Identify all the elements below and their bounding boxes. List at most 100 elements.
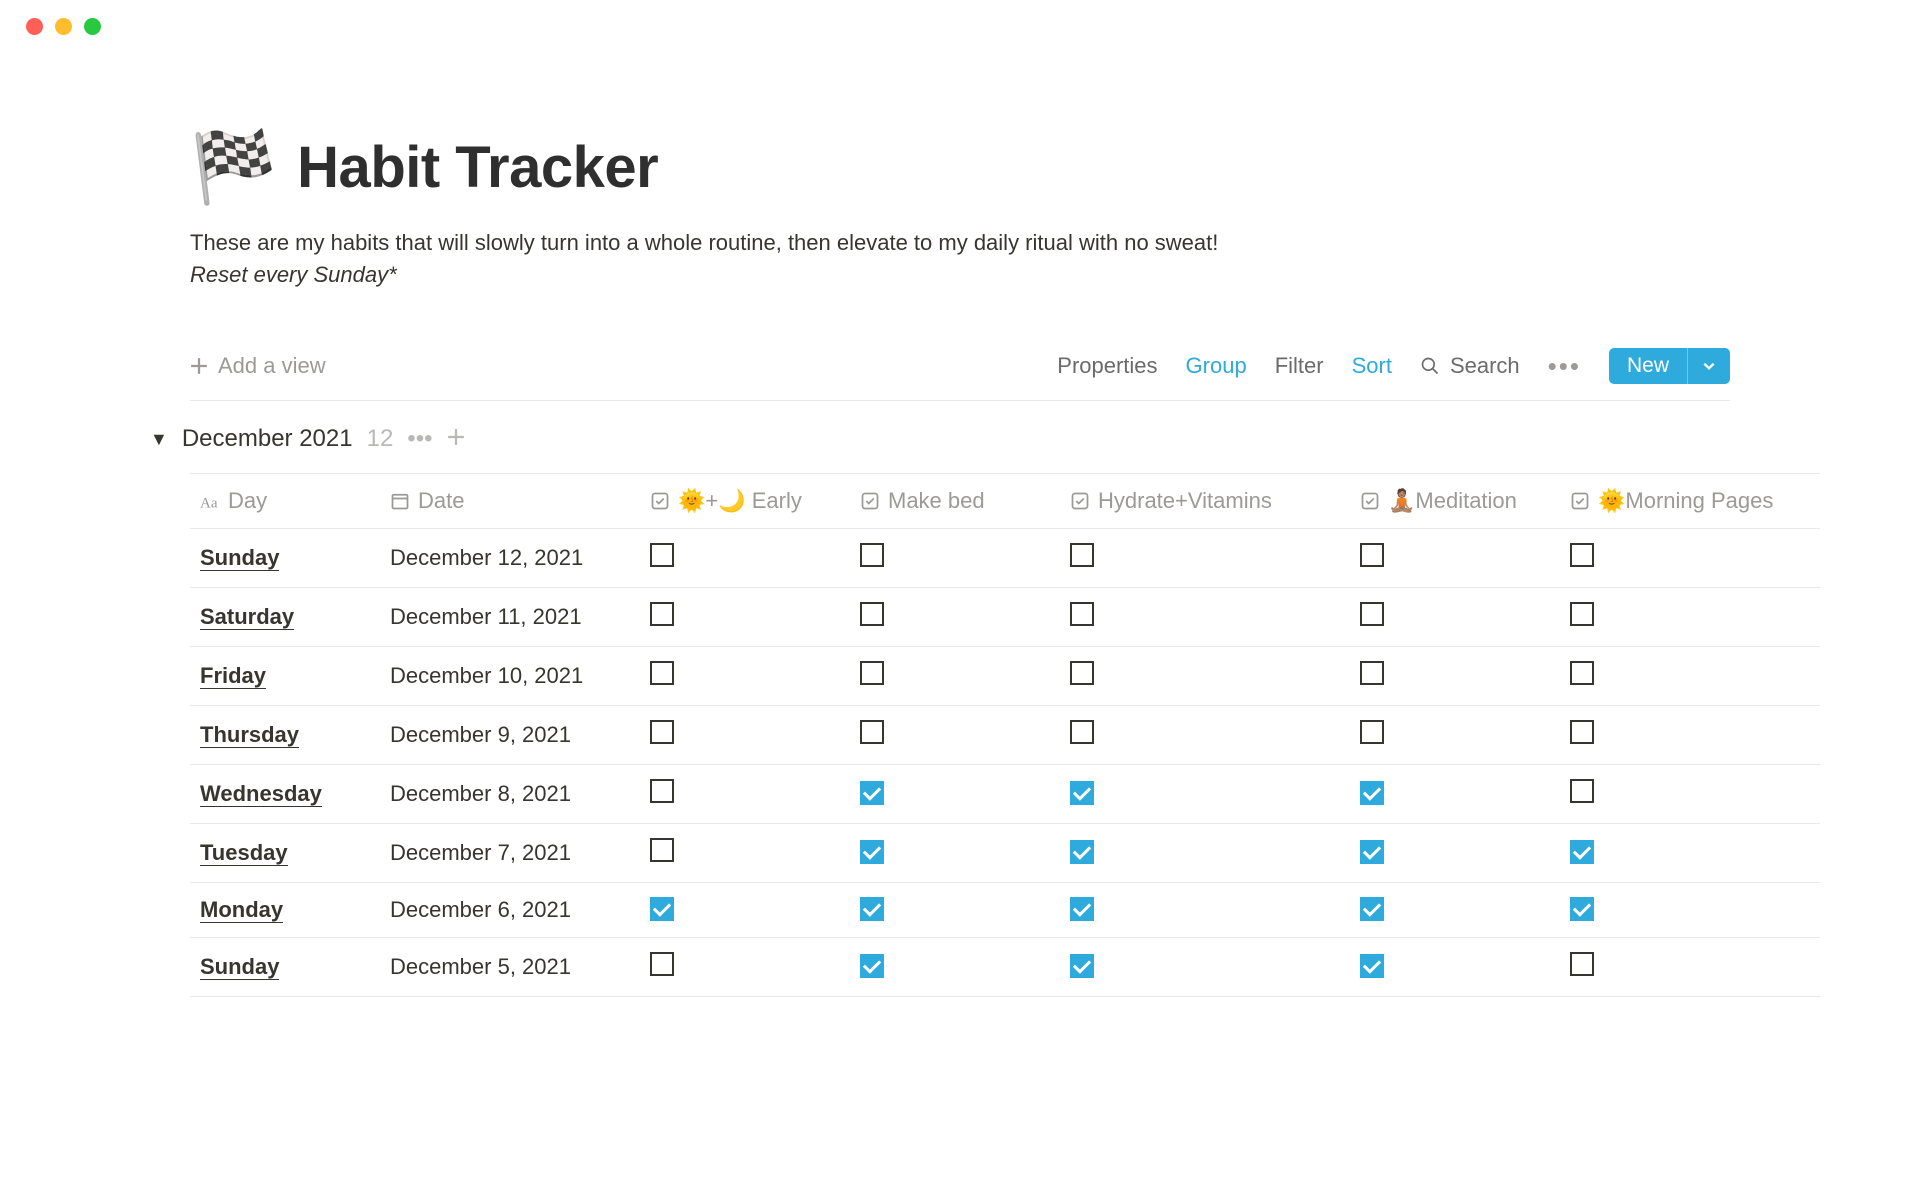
new-button[interactable]: New — [1609, 348, 1687, 384]
add-view-button[interactable]: Add a view — [190, 353, 326, 379]
meditation-checkbox[interactable] — [1360, 840, 1384, 864]
hydrate-checkbox[interactable] — [1070, 897, 1094, 921]
make_bed-checkbox[interactable] — [860, 602, 884, 626]
early-checkbox[interactable] — [650, 602, 674, 626]
meditation-checkbox[interactable] — [1360, 897, 1384, 921]
morning_pages-checkbox[interactable] — [1570, 779, 1594, 803]
meditation-checkbox[interactable] — [1360, 543, 1384, 567]
meditation-checkbox[interactable] — [1360, 661, 1384, 685]
page-title[interactable]: Habit Tracker — [297, 134, 658, 201]
column-header-day[interactable]: Aa Day — [190, 474, 380, 529]
make_bed-checkbox[interactable] — [860, 897, 884, 921]
filter-button[interactable]: Filter — [1275, 353, 1324, 379]
cell-date[interactable]: December 10, 2021 — [380, 647, 640, 706]
column-header-meditation[interactable]: 🧘🏽Meditation — [1350, 474, 1560, 529]
cell-date[interactable]: December 8, 2021 — [380, 765, 640, 824]
page-description[interactable]: These are my habits that will slowly tur… — [190, 230, 1730, 256]
cell-date[interactable]: December 9, 2021 — [380, 706, 640, 765]
early-checkbox[interactable] — [650, 779, 674, 803]
column-header-make-bed[interactable]: Make bed — [850, 474, 1060, 529]
make_bed-checkbox[interactable] — [860, 661, 884, 685]
day-link[interactable]: Friday — [200, 663, 266, 689]
hydrate-checkbox[interactable] — [1070, 720, 1094, 744]
cell-early — [640, 647, 850, 706]
window-minimize-button[interactable] — [55, 18, 72, 35]
meditation-checkbox[interactable] — [1360, 954, 1384, 978]
hydrate-checkbox[interactable] — [1070, 543, 1094, 567]
table-row: Friday December 10, 2021 — [190, 647, 1820, 706]
hydrate-checkbox[interactable] — [1070, 602, 1094, 626]
group-more-button[interactable]: ••• — [407, 425, 432, 453]
meditation-checkbox[interactable] — [1360, 781, 1384, 805]
morning_pages-checkbox[interactable] — [1570, 720, 1594, 744]
morning_pages-checkbox[interactable] — [1570, 897, 1594, 921]
early-checkbox[interactable] — [650, 838, 674, 862]
day-link[interactable]: Sunday — [200, 954, 279, 980]
early-checkbox[interactable] — [650, 897, 674, 921]
cell-hydrate — [1060, 706, 1350, 765]
more-menu-button[interactable]: ••• — [1548, 351, 1581, 382]
column-label: 🌞Morning Pages — [1598, 488, 1773, 514]
morning_pages-checkbox[interactable] — [1570, 543, 1594, 567]
hydrate-checkbox[interactable] — [1070, 954, 1094, 978]
hydrate-checkbox[interactable] — [1070, 840, 1094, 864]
morning_pages-checkbox[interactable] — [1570, 602, 1594, 626]
make_bed-checkbox[interactable] — [860, 781, 884, 805]
cell-make_bed — [850, 588, 1060, 647]
hydrate-checkbox[interactable] — [1070, 781, 1094, 805]
cell-day[interactable]: Friday — [190, 647, 380, 706]
morning_pages-checkbox[interactable] — [1570, 840, 1594, 864]
early-checkbox[interactable] — [650, 543, 674, 567]
cell-day[interactable]: Thursday — [190, 706, 380, 765]
properties-button[interactable]: Properties — [1057, 353, 1157, 379]
make_bed-checkbox[interactable] — [860, 954, 884, 978]
group-button[interactable]: Group — [1186, 353, 1247, 379]
cell-day[interactable]: Sunday — [190, 938, 380, 997]
cell-date[interactable]: December 12, 2021 — [380, 529, 640, 588]
cell-date[interactable]: December 11, 2021 — [380, 588, 640, 647]
early-checkbox[interactable] — [650, 952, 674, 976]
cell-day[interactable]: Saturday — [190, 588, 380, 647]
morning_pages-checkbox[interactable] — [1570, 952, 1594, 976]
window-close-button[interactable] — [26, 18, 43, 35]
day-link[interactable]: Tuesday — [200, 840, 288, 866]
add-view-label: Add a view — [218, 353, 326, 379]
cell-morning_pages — [1560, 529, 1820, 588]
page-emoji[interactable]: 🏁 — [190, 132, 277, 202]
group-add-button[interactable] — [447, 425, 465, 453]
page-note[interactable]: Reset every Sunday* — [190, 262, 1730, 288]
group-collapse-toggle[interactable]: ▼ — [150, 429, 168, 450]
early-checkbox[interactable] — [650, 720, 674, 744]
early-checkbox[interactable] — [650, 661, 674, 685]
table-row: Sunday December 5, 2021 — [190, 938, 1820, 997]
make_bed-checkbox[interactable] — [860, 543, 884, 567]
column-header-early[interactable]: 🌞+🌙 Early — [640, 474, 850, 529]
day-link[interactable]: Sunday — [200, 545, 279, 571]
meditation-checkbox[interactable] — [1360, 720, 1384, 744]
cell-morning_pages — [1560, 765, 1820, 824]
cell-date[interactable]: December 6, 2021 — [380, 883, 640, 938]
sort-button[interactable]: Sort — [1352, 353, 1392, 379]
make_bed-checkbox[interactable] — [860, 720, 884, 744]
day-link[interactable]: Saturday — [200, 604, 294, 630]
cell-day[interactable]: Monday — [190, 883, 380, 938]
cell-date[interactable]: December 5, 2021 — [380, 938, 640, 997]
cell-day[interactable]: Wednesday — [190, 765, 380, 824]
cell-early — [640, 765, 850, 824]
day-link[interactable]: Thursday — [200, 722, 299, 748]
column-header-hydrate[interactable]: Hydrate+Vitamins — [1060, 474, 1350, 529]
day-link[interactable]: Monday — [200, 897, 283, 923]
make_bed-checkbox[interactable] — [860, 840, 884, 864]
meditation-checkbox[interactable] — [1360, 602, 1384, 626]
cell-date[interactable]: December 7, 2021 — [380, 824, 640, 883]
cell-day[interactable]: Tuesday — [190, 824, 380, 883]
cell-day[interactable]: Sunday — [190, 529, 380, 588]
column-header-morning-pages[interactable]: 🌞Morning Pages — [1560, 474, 1820, 529]
morning_pages-checkbox[interactable] — [1570, 661, 1594, 685]
column-header-date[interactable]: Date — [380, 474, 640, 529]
day-link[interactable]: Wednesday — [200, 781, 322, 807]
search-button[interactable]: Search — [1420, 353, 1520, 379]
window-zoom-button[interactable] — [84, 18, 101, 35]
new-button-dropdown[interactable] — [1687, 348, 1730, 384]
hydrate-checkbox[interactable] — [1070, 661, 1094, 685]
